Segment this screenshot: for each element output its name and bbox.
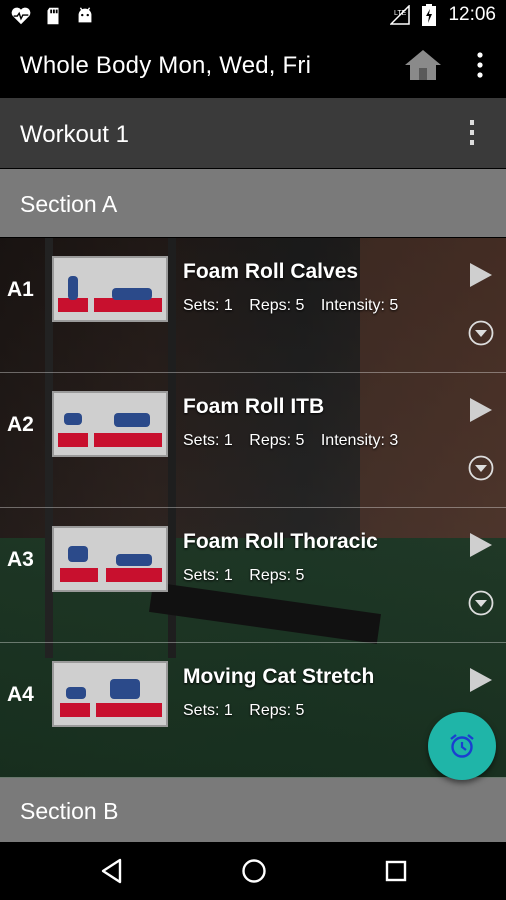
section-a-header[interactable]: Section A: [0, 169, 506, 237]
alarm-clock-icon: [450, 734, 474, 758]
status-bar: LTE 12:06: [0, 0, 506, 32]
exercise-sets: Sets: 1: [183, 432, 233, 449]
workout-header[interactable]: Workout 1: [0, 98, 506, 168]
exercise-intensity: Intensity: 3: [320, 432, 399, 449]
exercise-name: Foam Roll Thoracic: [183, 530, 378, 553]
android-icon: [78, 7, 92, 23]
exercise-name: Foam Roll Calves: [183, 260, 359, 283]
svg-text:LTE: LTE: [394, 10, 407, 17]
exercise-reps: Reps: 5: [249, 297, 305, 314]
status-notification-icons: [10, 5, 96, 27]
exercise-sets: Sets: 1: [183, 297, 233, 314]
exercise-name: Foam Roll ITB: [183, 395, 325, 418]
exercise-reps: Reps: 5: [249, 567, 305, 584]
exercise-name: Moving Cat Stretch: [183, 665, 375, 688]
recents-icon[interactable]: [381, 856, 411, 886]
exercise-sets: Sets: 1: [183, 702, 233, 719]
play-icon[interactable]: [468, 667, 494, 693]
expand-circle-icon[interactable]: [468, 590, 494, 616]
home-circle-icon[interactable]: [239, 856, 269, 886]
exercise-code: A4: [7, 683, 34, 706]
exercise-reps: Reps: 5: [249, 432, 305, 449]
status-time: 12:06: [448, 4, 496, 25]
home-icon[interactable]: [403, 48, 443, 82]
exercise-code: A1: [7, 278, 34, 301]
workout-menu-icon[interactable]: [462, 118, 482, 148]
exercise-details: Sets: 1 Reps: 5 Intensity: 5: [183, 297, 410, 315]
system-nav-bar: [0, 842, 506, 900]
exercise-details: Sets: 1 Reps: 5 Intensity: 3: [183, 432, 410, 450]
exercise-thumbnail: [52, 391, 168, 457]
app-title: Whole Body Mon, Wed, Fri: [20, 52, 312, 79]
sd-card-icon: [47, 7, 59, 25]
exercise-details: Sets: 1 Reps: 5: [183, 567, 316, 585]
back-icon[interactable]: [97, 856, 127, 886]
section-title: Section B: [20, 798, 119, 824]
exercise-reps: Reps: 5: [249, 702, 305, 719]
exercise-details: Sets: 1 Reps: 5: [183, 702, 316, 720]
expand-circle-icon[interactable]: [468, 320, 494, 346]
exercise-intensity: Intensity: 5: [320, 297, 399, 314]
status-system-icons: LTE 12:06: [390, 4, 496, 26]
exercise-thumbnail: [52, 526, 168, 592]
exercise-sets: Sets: 1: [183, 567, 233, 584]
exercise-code: A2: [7, 413, 34, 436]
section-title: Section A: [20, 191, 118, 217]
exercise-row-a3[interactable]: A3 Foam Roll Thoracic Sets: 1 Reps: 5: [0, 508, 506, 643]
workout-title: Workout 1: [20, 121, 129, 148]
exercise-code: A3: [7, 548, 34, 571]
timer-fab-button[interactable]: [428, 712, 496, 780]
exercise-list: A1 Foam Roll Calves Sets: 1 Reps: 5 Inte…: [0, 238, 506, 778]
heart-monitor-icon: [11, 7, 31, 25]
exercise-thumbnail: [52, 256, 168, 322]
exercise-thumbnail: [52, 661, 168, 727]
battery-icon: [422, 4, 437, 26]
section-b-header[interactable]: Section B: [0, 778, 506, 842]
expand-circle-icon[interactable]: [468, 455, 494, 481]
play-icon[interactable]: [468, 532, 494, 558]
overflow-menu-icon[interactable]: [470, 50, 490, 80]
signal-icon: LTE: [390, 5, 411, 25]
play-icon[interactable]: [468, 262, 494, 288]
exercise-row-a2[interactable]: A2 Foam Roll ITB Sets: 1 Reps: 5 Intensi…: [0, 373, 506, 508]
play-icon[interactable]: [468, 397, 494, 423]
exercise-row-a1[interactable]: A1 Foam Roll Calves Sets: 1 Reps: 5 Inte…: [0, 238, 506, 373]
app-bar: Whole Body Mon, Wed, Fri: [0, 32, 506, 98]
